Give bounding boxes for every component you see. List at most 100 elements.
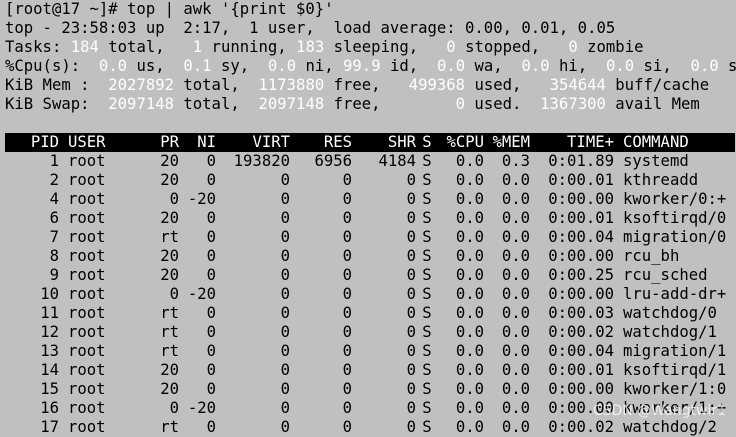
cell-user: root [68,152,106,170]
cell-mem: 0.3 [501,152,530,170]
cell-virt: 0 [280,380,290,398]
cell-time: 0:00.00 [548,190,614,208]
cell-cmd: kworker/0:+ [623,190,727,208]
cpu-label: %Cpu(s): [5,57,99,75]
table-row: 9 root 20 0 0 0 0 S 0.0 0.0 0:00.25 rcu_sched [5,266,735,285]
cpu-us-label: us, [127,57,184,75]
cell-virt: 0 [280,247,290,265]
cell-mem: 0.0 [501,228,530,246]
cell-res: 0 [342,190,352,208]
terminal-output[interactable]: [root@17 ~]# top | awk '{print $0}' top … [5,0,736,437]
mem-free: 1173880 [258,76,325,94]
cell-virt: 0 [280,228,290,246]
cell-ni: 0 [206,361,216,379]
cell-user: root [68,266,106,284]
cell-cpu: 0.0 [455,323,484,341]
cell-pr: 20 [160,247,179,265]
cell-pr: rt [160,323,179,341]
cell-virt: 0 [280,266,290,284]
cell-user: root [68,380,106,398]
header-user: USER [68,133,106,151]
cell-s: S [422,247,432,265]
cell-time: 0:00.01 [548,361,614,379]
cell-cmd: watchdog/1 [623,323,717,341]
cell-res: 6956 [314,152,352,170]
cell-res: 0 [342,380,352,398]
cpu-st: 0.0 [690,57,719,75]
cell-cmd: lru-add-dr+ [623,285,727,303]
cell-shr: 0 [406,304,416,322]
cell-pr: 0 [169,399,179,417]
cell-pr: 20 [160,152,179,170]
cell-cpu: 0.0 [455,361,484,379]
cell-shr: 0 [406,361,416,379]
cell-time: 0:00.01 [548,171,614,189]
cell-user: root [68,361,106,379]
cell-cpu: 0.0 [455,266,484,284]
cell-res: 0 [342,266,352,284]
cell-pr: rt [160,304,179,322]
cpu-si: 0.0 [605,57,635,75]
table-row: 7 root rt 0 0 0 0 S 0.0 0.0 0:00.04 migration/0 [5,228,735,247]
cell-user: root [68,171,106,189]
header-mem: %MEM [492,133,530,151]
mem-total: 2027892 [108,76,174,94]
cell-shr: 0 [406,323,416,341]
cell-virt: 0 [280,209,290,227]
cell-virt: 0 [280,361,290,379]
cell-time: 0:00.00 [548,247,614,265]
cell-time: 0:00.03 [548,304,614,322]
cell-pr: 20 [160,209,179,227]
cell-cmd: systemd [623,152,689,170]
tasks-running: 1 [192,38,203,56]
cell-s: S [422,380,432,398]
cpu-sy-label: sy, [211,57,268,75]
cell-pid: 14 [40,361,59,379]
cell-pid: 1 [49,152,59,170]
cell-mem: 0.0 [501,304,530,322]
cpu-id: 99.9 [343,57,381,75]
cell-time: 0:00.00 [548,285,614,303]
cell-s: S [422,304,432,322]
cell-shr: 4184 [378,152,416,170]
cell-pr: 20 [160,266,179,284]
table-row: 6 root 20 0 0 0 0 S 0.0 0.0 0:00.01 ksoftirqd/0 [5,209,735,228]
cell-user: root [68,285,106,303]
cell-pid: 12 [40,323,59,341]
cell-shr: 0 [406,209,416,227]
cell-pr: 0 [169,190,179,208]
cell-shr: 0 [406,171,416,189]
cell-ni: 0 [206,304,216,322]
cell-pr: rt [160,342,179,360]
tasks-zombie-label: zombie [577,38,644,56]
cell-ni: 0 [206,247,216,265]
mem-used: 499368 [408,76,466,94]
cell-user: root [68,342,106,360]
cell-mem: 0.0 [501,171,530,189]
cpu-wa-label: wa, [465,57,522,75]
cell-pid: 10 [40,285,59,303]
cpu-si-label: si, [634,57,691,75]
table-row: 12 root rt 0 0 0 0 S 0.0 0.0 0:00.02 watchdog/1 [5,323,735,342]
cell-cmd: rcu_bh [623,247,680,265]
cell-pid: 6 [49,209,59,227]
process-table-body: 1 root 20 0 193820 6956 4184 S 0.0 0.3 0:01.89 syst… [5,152,735,437]
mem-summary-line: KiB Mem : 2027892 total, 1173880 free, 4… [5,76,735,95]
cell-mem: 0.0 [501,323,530,341]
cell-pid: 7 [49,228,59,246]
cell-ni: -20 [187,190,216,208]
cell-cpu: 0.0 [455,342,484,360]
header-pid: PID [30,133,59,151]
cell-virt: 193820 [233,152,290,170]
cell-time: 0:00.01 [548,209,614,227]
cell-ni: 0 [206,228,216,246]
header-cpu: %CPU [446,133,484,151]
cell-pid: 15 [40,380,59,398]
cell-shr: 0 [406,266,416,284]
cell-res: 0 [342,285,352,303]
cell-ni: 0 [206,209,216,227]
cell-time: 0:00.00 [548,380,614,398]
cell-res: 0 [342,171,352,189]
cell-s: S [422,152,432,170]
